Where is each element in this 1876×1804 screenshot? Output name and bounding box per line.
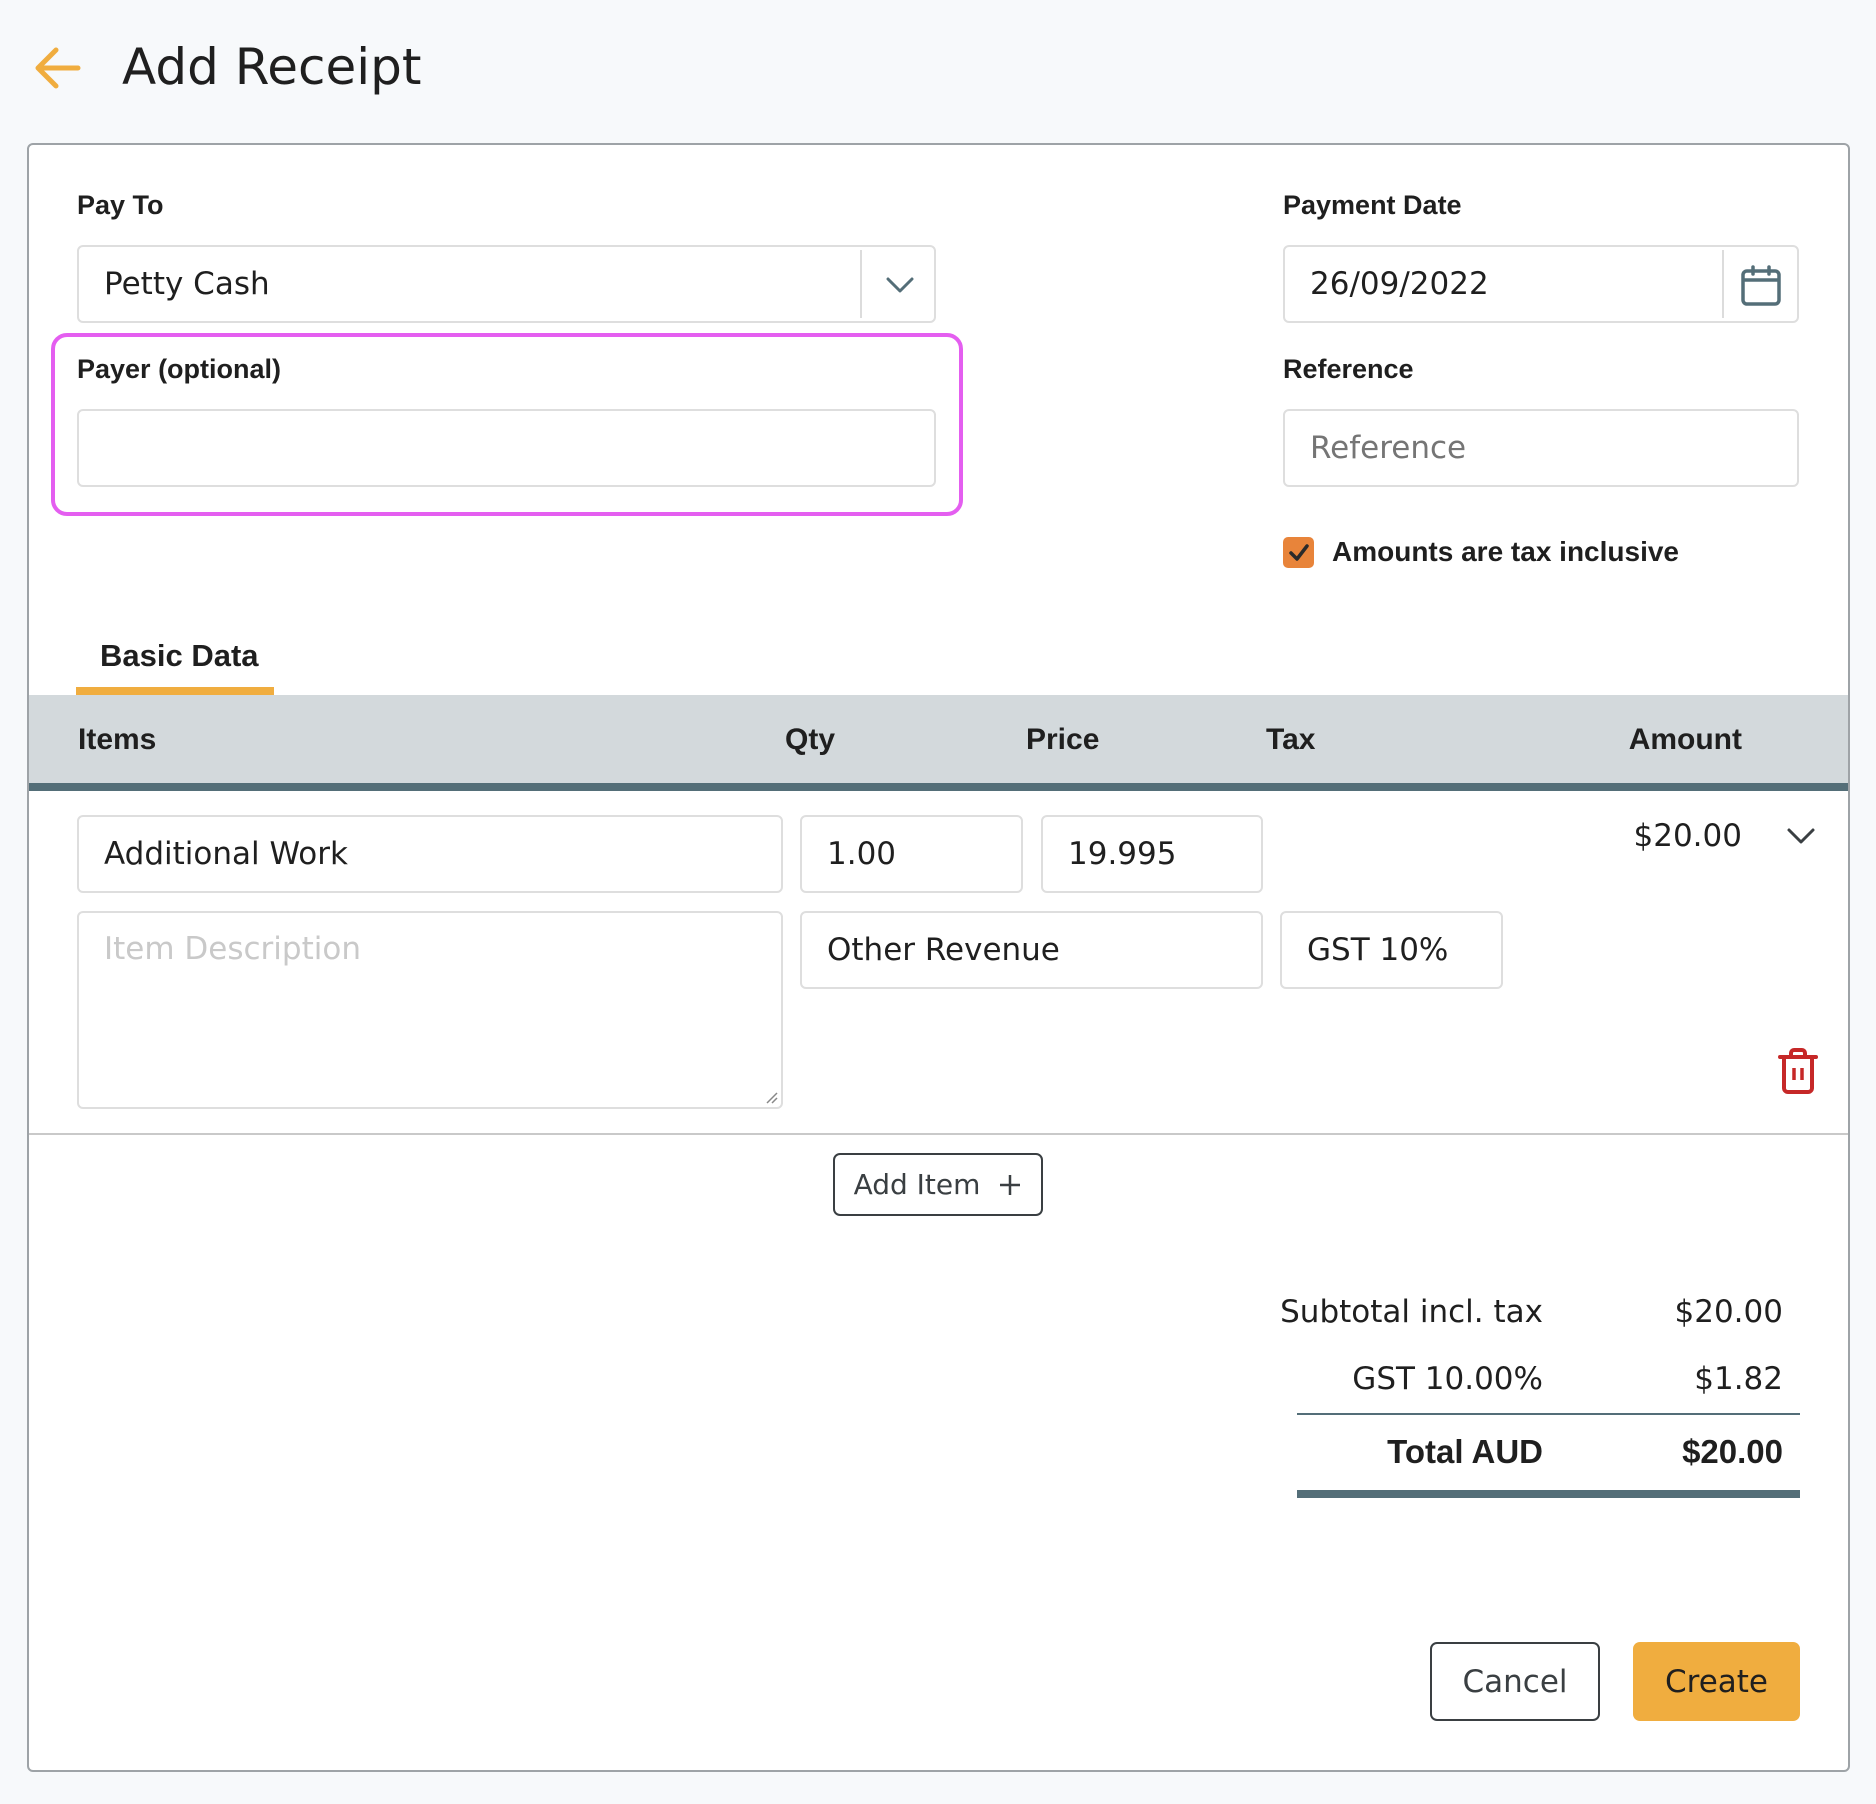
account-value: Other Revenue: [827, 932, 1060, 968]
chevron-down-icon[interactable]: [1786, 825, 1816, 847]
payer-label: Payer (optional): [77, 354, 282, 384]
column-header-items: Items: [78, 723, 157, 756]
tax-inclusive-label[interactable]: Amounts are tax inclusive: [1332, 536, 1679, 568]
total-value: $20.00: [1682, 1433, 1783, 1470]
gst-label: GST 10.00%: [1352, 1361, 1543, 1397]
payment-date-value: 26/09/2022: [1310, 266, 1489, 302]
trash-icon[interactable]: [1778, 1048, 1818, 1094]
item-description-textarea[interactable]: Item Description: [77, 911, 783, 1109]
column-header-price: Price: [1026, 723, 1100, 756]
tax-rate-value: GST 10%: [1307, 932, 1449, 968]
item-description-placeholder: Item Description: [104, 931, 361, 967]
tax-rate-select[interactable]: GST 10%: [1280, 911, 1503, 989]
payment-date-input[interactable]: 26/09/2022: [1283, 245, 1799, 323]
column-header-tax: Tax: [1266, 723, 1316, 756]
table-header-bar: [29, 783, 1848, 791]
tax-inclusive-checkbox[interactable]: [1283, 537, 1314, 568]
chevron-down-icon[interactable]: [885, 275, 915, 295]
arrow-left-icon[interactable]: [32, 44, 82, 92]
line-amount: $20.00: [1633, 818, 1742, 854]
column-header-qty: Qty: [785, 723, 836, 756]
cancel-button[interactable]: Cancel: [1430, 1642, 1600, 1721]
totals-bar: [1297, 1490, 1800, 1498]
gst-value: $1.82: [1694, 1361, 1783, 1397]
plus-icon: [1000, 1174, 1021, 1195]
subtotal-label: Subtotal incl. tax: [1280, 1294, 1543, 1330]
calendar-icon[interactable]: [1740, 265, 1782, 307]
column-header-amount: Amount: [1628, 723, 1742, 756]
add-item-label: Add Item: [853, 1168, 981, 1201]
price-value: 19.995: [1068, 836, 1177, 872]
reference-input[interactable]: [1283, 409, 1799, 487]
page-title: Add Receipt: [122, 38, 422, 96]
add-item-button[interactable]: Add Item: [833, 1153, 1043, 1216]
table-header: [29, 695, 1848, 783]
qty-value: 1.00: [827, 836, 897, 872]
total-label: Total AUD: [1387, 1433, 1543, 1470]
totals-divider: [1297, 1413, 1800, 1415]
reference-label: Reference: [1283, 354, 1414, 384]
payment-date-label: Payment Date: [1283, 190, 1462, 220]
pay-to-select[interactable]: Petty Cash: [77, 245, 936, 323]
payer-input[interactable]: [77, 409, 936, 487]
tab-basic-data[interactable]: Basic Data: [100, 638, 259, 674]
price-input[interactable]: 19.995: [1041, 815, 1263, 893]
subtotal-value: $20.00: [1674, 1294, 1783, 1330]
item-name-value: Additional Work: [104, 836, 348, 872]
pay-to-value: Petty Cash: [104, 266, 270, 302]
checkmark-icon: [1288, 543, 1309, 561]
row-divider: [29, 1133, 1848, 1135]
account-select[interactable]: Other Revenue: [800, 911, 1263, 989]
qty-input[interactable]: 1.00: [800, 815, 1023, 893]
resize-handle-icon[interactable]: [764, 1090, 778, 1104]
create-button[interactable]: Create: [1633, 1642, 1800, 1721]
select-divider: [860, 250, 862, 318]
tab-active-indicator: [76, 687, 274, 695]
pay-to-label: Pay To: [77, 190, 164, 220]
date-divider: [1722, 250, 1724, 318]
item-name-input[interactable]: Additional Work: [77, 815, 783, 893]
